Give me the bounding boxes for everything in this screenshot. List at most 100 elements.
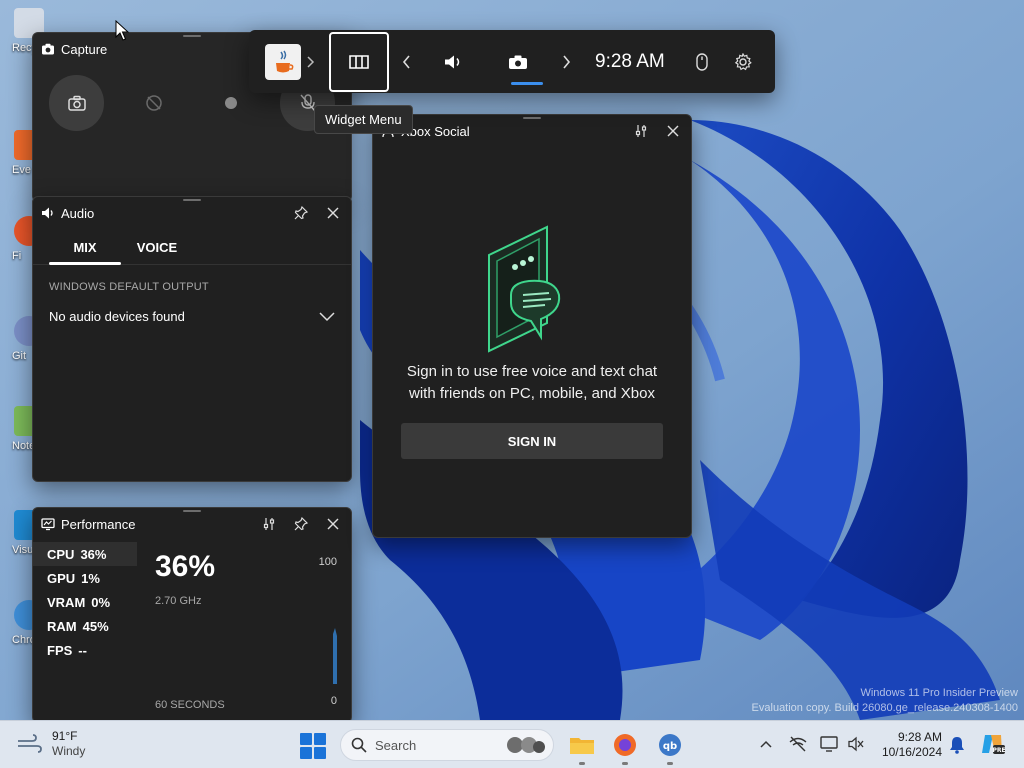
chevron-left-icon	[402, 54, 410, 69]
taskbar-clock[interactable]: 9:28 AM 10/16/2024	[874, 730, 942, 760]
watermark-line: Evaluation copy. Build 26080.ge_release.…	[751, 702, 1018, 714]
scroll-right-button[interactable]	[551, 54, 581, 69]
drag-handle[interactable]	[183, 35, 201, 37]
metric-value: 1%	[81, 570, 100, 586]
search-placeholder: Search	[375, 737, 417, 753]
current-app-java-icon[interactable]	[265, 43, 301, 80]
wind-icon	[18, 734, 42, 753]
mouse-settings-button[interactable]	[687, 52, 717, 71]
cpu-usage-graph	[333, 628, 337, 684]
camera-icon	[41, 42, 55, 56]
svg-text:PRE: PRE	[992, 747, 1005, 754]
notifications-button[interactable]	[946, 733, 968, 757]
speaker-icon	[41, 206, 55, 220]
drag-handle[interactable]	[523, 117, 541, 119]
metric-value: 0%	[91, 594, 111, 610]
metric-name: VRAM	[47, 594, 86, 610]
sign-in-message-line: with friends on PC, mobile, and Xbox	[409, 385, 655, 402]
volume-status-button[interactable]	[846, 733, 866, 755]
drag-handle[interactable]	[183, 510, 201, 512]
active-widget-indicator	[511, 82, 543, 85]
weather-widget[interactable]: 91°F Windy	[16, 729, 85, 759]
sliders-icon	[635, 125, 647, 137]
xbox-social-header[interactable]: Xbox Social	[373, 115, 691, 147]
taskbar-firefox[interactable]	[609, 729, 641, 765]
watermark-line: Windows 11 Pro Insider Preview	[860, 687, 1018, 699]
record-last-30-button[interactable]	[126, 75, 181, 131]
taskbar-file-explorer[interactable]	[566, 729, 598, 765]
metric-name: FPS	[47, 642, 73, 658]
show-hidden-icons-button[interactable]	[758, 733, 774, 755]
chevron-right-icon	[307, 55, 315, 68]
scroll-left-button[interactable]	[389, 54, 423, 69]
metric-fps[interactable]: FPS --	[33, 638, 137, 662]
clock-time: 9:28 AM	[897, 730, 942, 744]
output-section-label: WINDOWS DEFAULT OUTPUT	[49, 281, 209, 293]
game-bar-toolbar: 9:28 AM	[249, 30, 775, 93]
sign-in-button[interactable]: SIGN IN	[401, 423, 663, 459]
metric-name: CPU	[47, 546, 75, 562]
record-previous-icon	[145, 95, 162, 111]
clock-date: 10/16/2024	[881, 745, 942, 759]
network-off-icon	[789, 736, 807, 752]
pin-button[interactable]	[291, 203, 311, 223]
metric-ram[interactable]: RAM 45%	[33, 614, 137, 638]
metric-value: --	[78, 642, 87, 658]
output-device-dropdown[interactable]: No audio devices found	[33, 293, 351, 340]
chevron-down-icon	[319, 311, 335, 321]
metric-cpu[interactable]: CPU 36%	[33, 542, 137, 566]
sliders-icon	[263, 518, 275, 530]
start-button[interactable]	[300, 733, 326, 759]
performance-options-button[interactable]	[259, 514, 279, 534]
audio-tabs: MIX VOICE	[33, 229, 351, 265]
windows-watermark: Windows 11 Pro Insider Preview Evaluatio…	[752, 686, 1018, 716]
xbox-social-widget: Xbox Social Sign in to use free voice an…	[372, 114, 692, 538]
audio-widget: Audio MIX VOICE WINDOWS DEFAULT OUTPUT N…	[32, 196, 352, 482]
pin-icon	[294, 517, 308, 531]
widget-menu-button[interactable]	[329, 31, 389, 92]
tab-voice[interactable]: VOICE	[121, 240, 193, 264]
social-options-button[interactable]	[631, 121, 651, 141]
screenshot-button[interactable]	[49, 75, 104, 131]
metric-value: 45%	[82, 618, 109, 634]
search-box[interactable]: Search	[340, 729, 554, 761]
performance-metric-list: CPU 36% GPU 1% VRAM 0% RAM 45% FPS --	[33, 540, 137, 720]
weather-temperature: 91°F	[52, 729, 78, 743]
network-status-button[interactable]	[788, 733, 808, 755]
firefox-icon	[614, 734, 636, 756]
audio-header[interactable]: Audio	[33, 197, 351, 229]
graph-max-label: 100	[318, 556, 337, 568]
weather-condition: Windy	[52, 744, 86, 758]
search-highlight-icon	[507, 737, 545, 753]
capture-title: Capture	[61, 41, 108, 57]
bell-icon	[950, 737, 964, 754]
close-button[interactable]	[323, 203, 343, 223]
drag-handle[interactable]	[183, 199, 201, 201]
metric-vram[interactable]: VRAM 0%	[33, 590, 137, 614]
monitor-icon	[820, 736, 838, 752]
speaker-icon	[445, 55, 460, 68]
camera-icon	[509, 55, 527, 69]
metric-value: 36%	[80, 546, 107, 562]
app-expand-button[interactable]	[301, 55, 321, 68]
camera-icon	[67, 95, 86, 111]
monitor-chart-icon	[41, 517, 55, 531]
close-button[interactable]	[663, 121, 683, 141]
metric-name: RAM	[47, 618, 77, 634]
taskbar-qbittorrent[interactable]: qb	[654, 729, 686, 765]
settings-button[interactable]	[717, 52, 769, 71]
performance-header[interactable]: Performance	[33, 508, 351, 540]
close-button[interactable]	[323, 514, 343, 534]
performance-detail: 36% 2.70 GHz 100 0 60 SECONDS	[137, 540, 351, 720]
volume-muted-icon	[848, 736, 864, 752]
audio-widget-button[interactable]	[423, 54, 485, 70]
metric-gpu[interactable]: GPU 1%	[33, 566, 137, 590]
tab-mix[interactable]: MIX	[49, 240, 121, 265]
copilot-button[interactable]: PRE	[978, 731, 1006, 757]
graph-time-window: 60 SECONDS	[155, 699, 225, 711]
capture-widget-button[interactable]	[485, 54, 551, 70]
display-status-button[interactable]	[818, 733, 840, 755]
metric-name: GPU	[47, 570, 76, 586]
pin-button[interactable]	[291, 514, 311, 534]
chevron-up-icon	[760, 740, 772, 748]
